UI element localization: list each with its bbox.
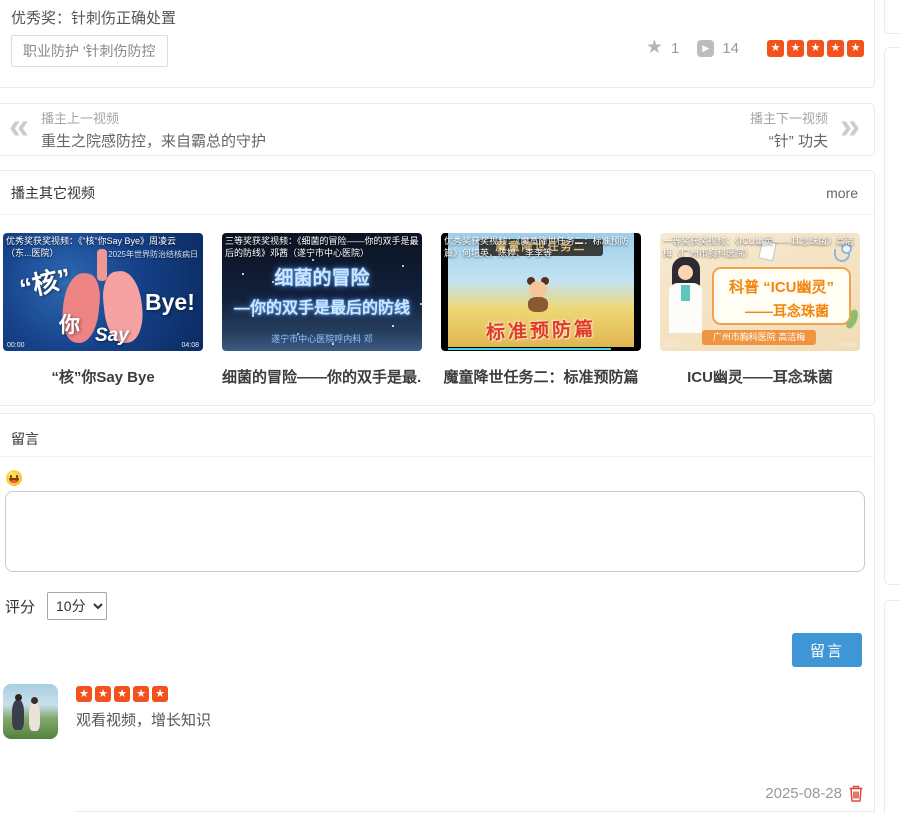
rating-star-icon: ★ bbox=[767, 40, 784, 57]
timestamp: 04:38 bbox=[838, 342, 856, 349]
rating-select[interactable]: 10分 bbox=[47, 592, 107, 620]
video-stats: ★ 1 ▶ 14 ★ ★ ★ ★ ★ bbox=[646, 39, 864, 57]
thumbnail-subtitle: 2025年世界防治结核病日 bbox=[108, 249, 198, 260]
progress-bar bbox=[448, 348, 611, 350]
timestamp: 00:00 bbox=[7, 342, 25, 349]
video-card-icu-ghost[interactable]: 科普 “ICU幽灵” ——耳念珠菌 广州市胸科医院 高洁梅 一等奖获奖视频：《I… bbox=[660, 233, 860, 387]
video-rating-stars[interactable]: ★ ★ ★ ★ ★ bbox=[767, 40, 864, 57]
video-thumbnail: 三等奖获奖视频：《细菌的冒险——你的双手是最后的防线》邓茜（遂宁市中心医院） 细… bbox=[222, 233, 422, 351]
video-card-he-say-bye[interactable]: 优秀奖获奖视频：《“核”你Say Bye》周凌云（东...医院） 2025年世界… bbox=[3, 233, 203, 387]
thumbnail-big-text: 你 bbox=[59, 309, 80, 339]
comment-item: ★ ★ ★ ★ ★ 观看视频，增长知识 2025-08-28 bbox=[3, 681, 874, 812]
comment-date: 2025-08-28 bbox=[765, 785, 842, 802]
thumbnail-big-text: Say bbox=[95, 325, 129, 347]
page: 优秀奖：针刺伤正确处置 职业防护 '针刺伤防控 ★ 1 ▶ 14 ★ ★ ★ ★… bbox=[0, 0, 900, 813]
character-illustration bbox=[528, 297, 548, 312]
rating-star-icon: ★ bbox=[827, 40, 844, 57]
doctor-illustration bbox=[678, 265, 693, 280]
video-thumbnail: 魔童降世任务二 优秀奖获奖视频：《魔童降世任务二：标准预防篇》何培英、陈婷、李李… bbox=[441, 233, 641, 351]
video-card-nezha-standard-prevention[interactable]: 魔童降世任务二 优秀奖获奖视频：《魔童降世任务二：标准预防篇》何培英、陈婷、李李… bbox=[441, 233, 641, 387]
comments-card: 留言 评分 10分 留言 ★ ★ ★ ★ ★ bbox=[0, 413, 875, 813]
other-videos-card: 播主其它视频 more 优秀奖获奖视频：《“核”你Say Bye》周凌云（东..… bbox=[0, 170, 875, 406]
video-info-card: 优秀奖：针刺伤正确处置 职业防护 '针刺伤防控 ★ 1 ▶ 14 ★ ★ ★ ★… bbox=[0, 0, 875, 88]
favorite-count: 1 bbox=[671, 40, 679, 57]
chevron-left-icon: « bbox=[9, 111, 29, 141]
divider bbox=[75, 811, 874, 812]
video-card-title[interactable]: 细菌的冒险——你的双手是最... bbox=[222, 366, 422, 387]
thumbnail-big-text: 细菌的冒险 bbox=[222, 263, 422, 290]
play-count-icon: ▶ bbox=[697, 40, 714, 57]
chevron-right-icon: » bbox=[840, 111, 860, 141]
favorite-star-icon: ★ bbox=[646, 39, 663, 57]
video-tag[interactable]: 职业防护 '针刺伤防控 bbox=[11, 35, 168, 67]
timestamp: 04:08 bbox=[181, 342, 199, 349]
rating-star-icon: ★ bbox=[133, 686, 149, 702]
prev-video-title: 重生之院感防控，来自霸总的守护 bbox=[41, 130, 266, 151]
rating-star-icon: ★ bbox=[807, 40, 824, 57]
video-thumbnail-row: 优秀奖获奖视频：《“核”你Say Bye》周凌云（东...医院） 2025年世界… bbox=[0, 215, 874, 387]
video-card-title[interactable]: 魔童降世任务二：标准预防篇 bbox=[441, 366, 641, 387]
timestamp: 02:34 bbox=[664, 342, 682, 349]
video-card-bacteria-adventure[interactable]: 三等奖获奖视频：《细菌的冒险——你的双手是最后的防线》邓茜（遂宁市中心医院） 细… bbox=[222, 233, 422, 387]
rating-star-icon: ★ bbox=[114, 686, 130, 702]
delete-comment-button[interactable] bbox=[848, 784, 864, 802]
sidebar-card-partial bbox=[884, 47, 900, 585]
emoji-picker-icon[interactable] bbox=[6, 470, 22, 486]
thumbnail-bottom-bar: 广州市胸科医院 高洁梅 bbox=[702, 330, 816, 345]
thumbnail-text-panel: 科普 “ICU幽灵” ——耳念珠菌 bbox=[712, 267, 851, 325]
video-card-title[interactable]: ICU幽灵——耳念珠菌 bbox=[660, 366, 860, 387]
sidebar-card-partial bbox=[884, 600, 900, 813]
thumbnail-subtitle: 遂宁市中心医院呼内科 邓 bbox=[222, 332, 422, 345]
comment-input[interactable] bbox=[5, 491, 865, 572]
video-card-title[interactable]: “核”你Say Bye bbox=[3, 366, 203, 387]
rating-star-icon: ★ bbox=[95, 686, 111, 702]
prev-video-link[interactable]: « 播主上一视频 重生之院感防控，来自霸总的守护 bbox=[9, 108, 266, 151]
comment-text: 观看视频，增长知识 bbox=[76, 709, 874, 730]
next-video-link[interactable]: 播主下一视频 “针” 功夫 » bbox=[750, 108, 860, 151]
rating-star-icon: ★ bbox=[847, 40, 864, 57]
thumbnail-big-text: 科普 “ICU幽灵” bbox=[722, 276, 841, 297]
next-video-title: “针” 功夫 bbox=[750, 130, 828, 151]
thumbnail-big-text: ——耳念珠菌 bbox=[722, 301, 841, 321]
more-link[interactable]: more bbox=[826, 185, 858, 201]
prev-video-label: 播主上一视频 bbox=[41, 108, 266, 127]
thumbnail-big-text: —你的双手是最后的防线 bbox=[222, 294, 422, 318]
trash-icon bbox=[848, 784, 864, 802]
sidebar-card-partial bbox=[884, 0, 900, 34]
rating-star-icon: ★ bbox=[787, 40, 804, 57]
divider bbox=[0, 456, 874, 457]
play-count: 14 bbox=[722, 40, 739, 57]
video-thumbnail: 优秀奖获奖视频：《“核”你Say Bye》周凌云（东...医院） 2025年世界… bbox=[3, 233, 203, 351]
video-thumbnail: 科普 “ICU幽灵” ——耳念珠菌 广州市胸科医院 高洁梅 一等奖获奖视频：《I… bbox=[660, 233, 860, 351]
video-title: 优秀奖：针刺伤正确处置 bbox=[11, 7, 176, 28]
submit-comment-button[interactable]: 留言 bbox=[792, 633, 862, 667]
commenter-avatar[interactable] bbox=[3, 684, 58, 739]
thumbnail-big-text: Bye! bbox=[145, 289, 195, 316]
thumbnail-overlay-text: 一等奖获奖视频：《ICU幽灵——耳念珠菌》高洁梅（广州市胸科医院） bbox=[660, 233, 860, 261]
other-videos-header: 播主其它视频 more bbox=[0, 171, 874, 215]
video-nav-card: « 播主上一视频 重生之院感防控，来自霸总的守护 播主下一视频 “针” 功夫 » bbox=[0, 103, 875, 156]
comment-rating-stars: ★ ★ ★ ★ ★ bbox=[76, 686, 874, 702]
rating-label: 评分 bbox=[5, 596, 35, 617]
next-video-label: 播主下一视频 bbox=[750, 108, 828, 127]
comments-header: 留言 bbox=[11, 429, 39, 449]
doctor-illustration bbox=[681, 285, 690, 301]
thumbnail-overlay-text: 三等奖获奖视频：《细菌的冒险——你的双手是最后的防线》邓茜（遂宁市中心医院） bbox=[222, 233, 422, 261]
rating-row: 评分 10分 bbox=[5, 592, 107, 620]
rating-star-icon: ★ bbox=[152, 686, 168, 702]
character-illustration bbox=[529, 281, 547, 298]
rating-star-icon: ★ bbox=[76, 686, 92, 702]
thumbnail-overlay-text: 优秀奖获奖视频：《魔童降世任务二：标准预防篇》何培英、陈婷、李李等 bbox=[441, 233, 641, 261]
other-videos-title: 播主其它视频 bbox=[11, 183, 95, 203]
